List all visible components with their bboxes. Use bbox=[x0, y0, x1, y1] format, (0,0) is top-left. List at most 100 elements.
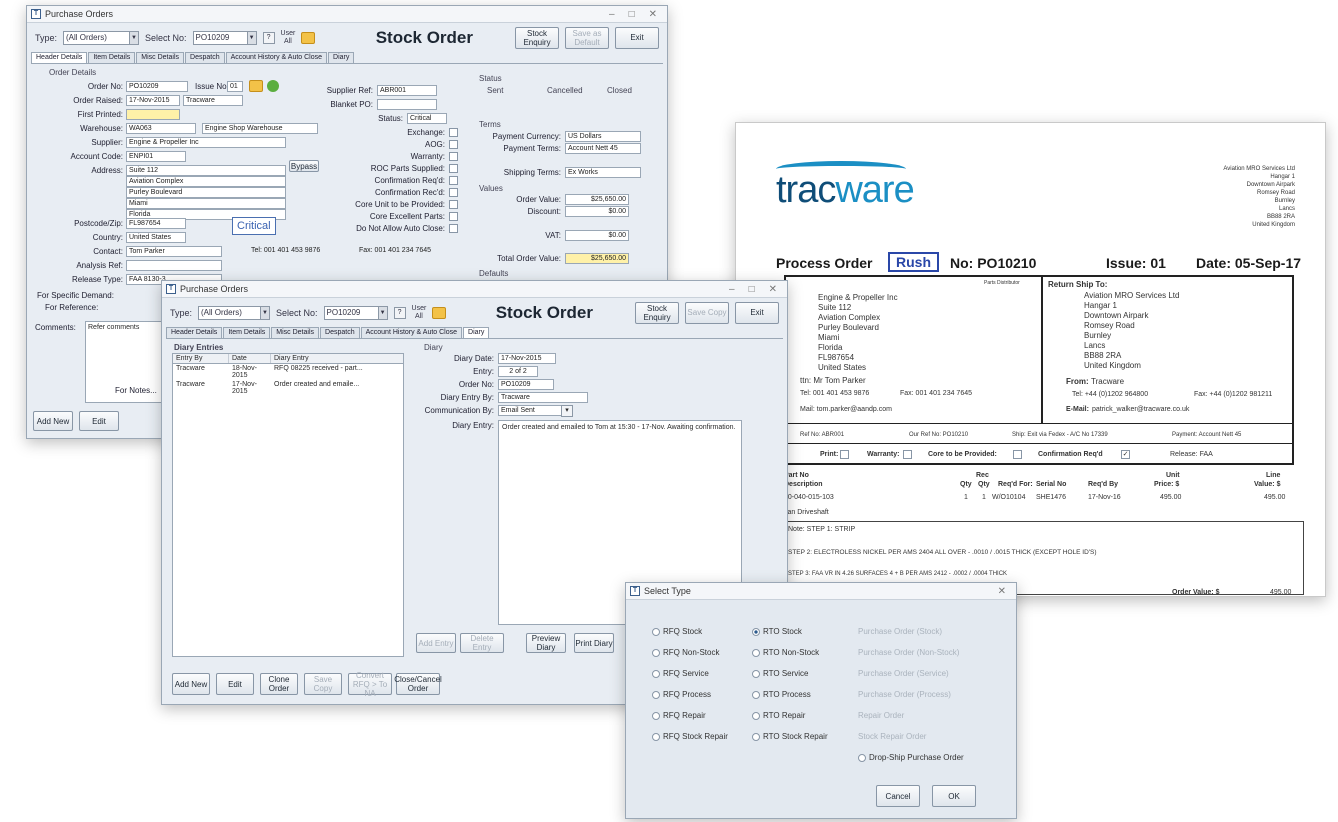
radio-rto-process[interactable]: RTO Process bbox=[752, 690, 811, 699]
entry-by-field[interactable]: Tracware bbox=[498, 392, 588, 403]
save-copy-button[interactable]: Save Copy bbox=[304, 673, 342, 695]
ok-button[interactable]: OK bbox=[932, 785, 976, 807]
tab-despatch[interactable]: Despatch bbox=[320, 327, 360, 338]
tab-header-details[interactable]: Header Details bbox=[31, 52, 88, 63]
radio-rfq-process[interactable]: RFQ Process bbox=[652, 690, 711, 699]
warehouse-name-field[interactable]: Engine Shop Warehouse bbox=[202, 123, 318, 134]
radio-rto-service[interactable]: RTO Service bbox=[752, 669, 809, 678]
user-filter[interactable]: User All bbox=[412, 305, 427, 321]
stock-enquiry-button[interactable]: Stock Enquiry bbox=[515, 26, 559, 49]
stock-enquiry-button[interactable]: Stock Enquiry bbox=[635, 301, 679, 324]
communication-field[interactable]: Email Sent bbox=[498, 405, 568, 416]
warranty-checkbox[interactable] bbox=[449, 152, 458, 161]
status-field[interactable]: Critical bbox=[407, 113, 447, 124]
analysis-ref-field[interactable] bbox=[126, 260, 222, 271]
col-diary-entry[interactable]: Diary Entry bbox=[271, 354, 403, 363]
radio-po-stock[interactable]: Purchase Order (Stock) bbox=[858, 627, 942, 636]
radio-rfq-non-stock[interactable]: RFQ Non-Stock bbox=[652, 648, 719, 657]
radio-stock-repair-order[interactable]: Stock Repair Order bbox=[858, 732, 926, 741]
tab-item-details[interactable]: Item Details bbox=[223, 327, 271, 338]
radio-rfq-stock[interactable]: RFQ Stock bbox=[652, 627, 702, 636]
address-line[interactable]: Miami bbox=[126, 198, 286, 209]
close-icon[interactable]: ✕ bbox=[649, 9, 657, 20]
refresh-icon[interactable] bbox=[267, 80, 279, 92]
radio-rto-stock-repair[interactable]: RTO Stock Repair bbox=[752, 732, 828, 741]
folder-icon[interactable] bbox=[301, 31, 316, 44]
exit-button[interactable]: Exit bbox=[735, 301, 779, 324]
add-entry-button[interactable]: Add Entry bbox=[416, 633, 456, 653]
maximize-icon[interactable]: □ bbox=[749, 284, 755, 295]
edit-button[interactable]: Edit bbox=[216, 673, 254, 695]
warehouse-field[interactable]: WA063 bbox=[126, 123, 196, 134]
radio-po-process[interactable]: Purchase Order (Process) bbox=[858, 690, 951, 699]
payment-currency-field[interactable]: US Dollars bbox=[565, 131, 641, 142]
col-entry-by[interactable]: Entry By bbox=[173, 354, 229, 363]
help-icon[interactable]: ? bbox=[393, 306, 406, 319]
tab-misc-details[interactable]: Misc Details bbox=[271, 327, 320, 338]
folder-icon[interactable] bbox=[432, 306, 447, 319]
tab-diary[interactable]: Diary bbox=[328, 52, 355, 63]
postcode-field[interactable]: FL987654 bbox=[126, 218, 186, 229]
close-cancel-order-button[interactable]: Close/Cancel Order bbox=[394, 673, 442, 695]
address-line[interactable]: Aviation Complex bbox=[126, 176, 286, 187]
radio-repair-order[interactable]: Repair Order bbox=[858, 711, 904, 720]
country-field[interactable]: United States bbox=[126, 232, 186, 243]
payment-terms-field[interactable]: Account Nett 45 bbox=[565, 143, 641, 154]
help-icon[interactable]: ? bbox=[262, 31, 275, 44]
order-no-field[interactable]: PO10209 bbox=[126, 81, 188, 92]
list-row[interactable]: Tracware 17-Nov-2015 Order created and e… bbox=[173, 380, 403, 396]
contact-field[interactable]: Tom Parker bbox=[126, 246, 222, 257]
address-line[interactable]: Purley Boulevard bbox=[126, 187, 286, 198]
convert-button[interactable]: Convert RFQ > To NA bbox=[348, 671, 392, 698]
preview-diary-button[interactable]: Preview Diary bbox=[526, 633, 566, 653]
chevron-down-icon[interactable]: ▾ bbox=[561, 405, 573, 417]
delete-entry-button[interactable]: Delete Entry bbox=[460, 633, 504, 653]
tab-misc-details[interactable]: Misc Details bbox=[136, 52, 185, 63]
diary-entries-list[interactable]: Entry By Date Diary Entry Tracware 18-No… bbox=[172, 353, 404, 657]
supplier-field[interactable]: Engine & Propeller Inc bbox=[126, 137, 286, 148]
supplier-ref-field[interactable]: ABR001 bbox=[377, 85, 437, 96]
bypass-button[interactable]: Bypass bbox=[289, 160, 319, 172]
type-select[interactable]: (All Orders) ▼ bbox=[198, 305, 271, 320]
close-icon[interactable]: ✕ bbox=[998, 586, 1006, 597]
conf-req-checkbox[interactable] bbox=[449, 176, 458, 185]
tab-header-details[interactable]: Header Details bbox=[166, 327, 223, 338]
select-no-select[interactable]: PO10209 ▼ bbox=[192, 30, 257, 45]
tab-diary[interactable]: Diary bbox=[463, 327, 490, 338]
radio-po-service[interactable]: Purchase Order (Service) bbox=[858, 669, 949, 678]
diary-date-field[interactable]: 17-Nov-2015 bbox=[498, 353, 556, 364]
first-printed-field[interactable] bbox=[126, 109, 180, 120]
exit-button[interactable]: Exit bbox=[615, 26, 659, 49]
close-icon[interactable]: ✕ bbox=[769, 284, 777, 295]
print-diary-button[interactable]: Print Diary bbox=[574, 633, 614, 653]
radio-rto-repair[interactable]: RTO Repair bbox=[752, 711, 805, 720]
radio-rto-non-stock[interactable]: RTO Non-Stock bbox=[752, 648, 819, 657]
clone-order-button[interactable]: Clone Order bbox=[260, 673, 298, 695]
no-auto-close-checkbox[interactable] bbox=[449, 224, 458, 233]
select-no-select[interactable]: PO10209 ▼ bbox=[323, 305, 388, 320]
user-filter[interactable]: User All bbox=[281, 30, 296, 46]
save-default-button[interactable]: Save as Default bbox=[565, 26, 609, 49]
cancel-button[interactable]: Cancel bbox=[876, 785, 920, 807]
issue-field[interactable]: 01 bbox=[227, 81, 243, 92]
radio-po-non-stock[interactable]: Purchase Order (Non-Stock) bbox=[858, 648, 959, 657]
aog-checkbox[interactable] bbox=[449, 140, 458, 149]
tab-item-details[interactable]: Item Details bbox=[88, 52, 136, 63]
order-raised-date[interactable]: 17-Nov-2015 bbox=[126, 95, 180, 106]
radio-rfq-repair[interactable]: RFQ Repair bbox=[652, 711, 706, 720]
radio-rfq-stock-repair[interactable]: RFQ Stock Repair bbox=[652, 732, 728, 741]
radio-drop-ship-po[interactable]: Drop-Ship Purchase Order bbox=[858, 753, 964, 762]
radio-rto-stock[interactable]: RTO Stock bbox=[752, 627, 802, 636]
maximize-icon[interactable]: □ bbox=[629, 9, 635, 20]
col-date[interactable]: Date bbox=[229, 354, 271, 363]
roc-checkbox[interactable] bbox=[449, 164, 458, 173]
exchange-checkbox[interactable] bbox=[449, 128, 458, 137]
core-parts-checkbox[interactable] bbox=[449, 212, 458, 221]
blanket-po-field[interactable] bbox=[377, 99, 437, 110]
discount-field[interactable]: $0.00 bbox=[565, 206, 629, 217]
add-new-button[interactable]: Add New bbox=[33, 411, 73, 431]
core-checkbox[interactable] bbox=[449, 200, 458, 209]
account-code-field[interactable]: ENPI01 bbox=[126, 151, 186, 162]
tab-despatch[interactable]: Despatch bbox=[185, 52, 225, 63]
minimize-icon[interactable]: – bbox=[729, 284, 735, 295]
